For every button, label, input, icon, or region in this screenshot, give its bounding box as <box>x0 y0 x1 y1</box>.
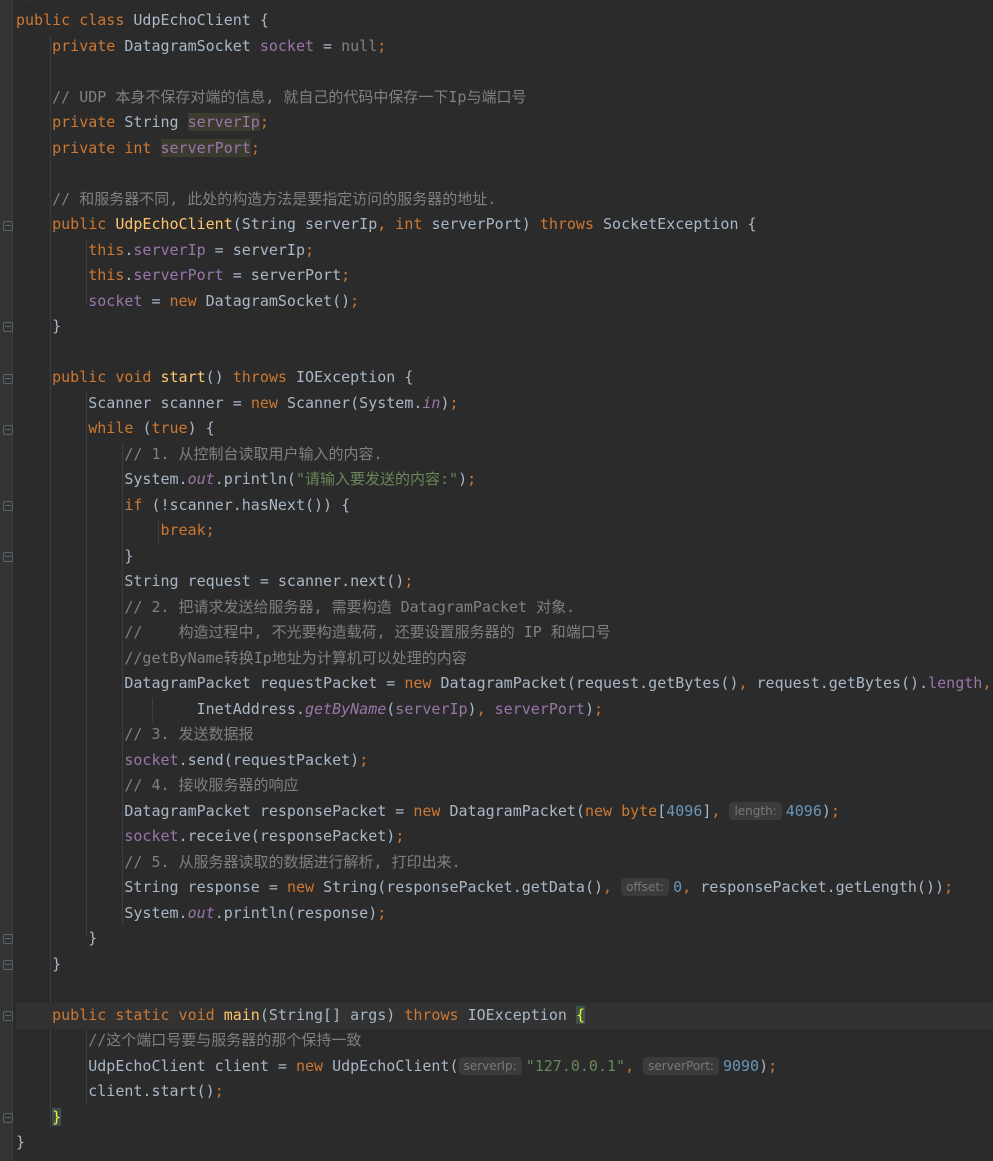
fold-icon[interactable] <box>3 374 13 384</box>
code-line[interactable]: socket.send(requestPacket); <box>16 748 993 774</box>
code-line[interactable]: UdpEchoClient client = new UdpEchoClient… <box>16 1054 993 1080</box>
fold-icon[interactable] <box>3 1113 13 1123</box>
code-line[interactable]: InetAddress.getByName(serverIp), serverP… <box>16 697 993 723</box>
code-line[interactable]: // UDP 本身不保存对端的信息, 就自己的代码中保存一下Ip与端口号 <box>16 85 993 111</box>
string-literal: "127.0.0.1" <box>525 1057 626 1075</box>
comment: //这个端口号要与服务器的那个保持一致 <box>88 1031 362 1049</box>
code-line[interactable]: private DatagramSocket socket = null; <box>16 34 993 60</box>
code-line[interactable]: // 1. 从控制台读取用户输入的内容. <box>16 442 993 468</box>
code-line[interactable]: while (true) { <box>16 416 993 442</box>
code-line[interactable]: // 和服务器不同, 此处的构造方法是要指定访问的服务器的地址. <box>16 187 993 213</box>
param-hint: length: <box>729 802 782 820</box>
fold-icon[interactable] <box>3 960 13 970</box>
number-literal: 0 <box>673 878 683 896</box>
comment: // 5. 从服务器读取的数据进行解析, 打印出来. <box>124 853 461 871</box>
number-literal: 4096 <box>666 802 703 820</box>
fold-icon[interactable] <box>3 425 13 435</box>
comment: // 2. 把请求发送给服务器, 需要构造 DatagramPacket 对象. <box>124 598 576 616</box>
folded-header-stub: */ <box>16 0 34 2</box>
code-line[interactable]: this.serverPort = serverPort; <box>16 263 993 289</box>
code-line[interactable]: this.serverIp = serverIp; <box>16 238 993 264</box>
code-line[interactable]: String request = scanner.next(); <box>16 569 993 595</box>
code-line[interactable]: socket = new DatagramSocket(); <box>16 289 993 315</box>
gutter-divider <box>12 0 13 1161</box>
comment: //getByName转换Ip地址为计算机可以处理的内容 <box>124 649 467 667</box>
code-line[interactable]: DatagramPacket requestPacket = new Datag… <box>16 671 993 697</box>
code-line[interactable]: if (!scanner.hasNext()) { <box>16 493 993 519</box>
string-literal: "请输入要发送的内容:" <box>295 470 459 488</box>
code-line[interactable]: } <box>16 926 993 952</box>
fold-icon[interactable] <box>3 221 13 231</box>
code-line[interactable]: //这个端口号要与服务器的那个保持一致 <box>16 1028 993 1054</box>
code-line[interactable]: public class UdpEchoClient { <box>16 8 993 34</box>
code-line[interactable]: public UdpEchoClient(String serverIp, in… <box>16 212 993 238</box>
fold-icon[interactable] <box>3 934 13 944</box>
code-line[interactable]: //getByName转换Ip地址为计算机可以处理的内容 <box>16 646 993 672</box>
code-line[interactable]: private String serverIp; <box>16 110 993 136</box>
comment: // 4. 接收服务器的响应 <box>124 776 299 794</box>
comment: // 3. 发送数据报 <box>124 725 254 743</box>
param-hint: offset: <box>621 878 670 896</box>
fold-icon[interactable] <box>3 552 13 562</box>
code-line[interactable]: // 3. 发送数据报 <box>16 722 993 748</box>
code-line[interactable]: // 构造过程中, 不光要构造载荷, 还要设置服务器的 IP 和端口号 <box>16 620 993 646</box>
code-line[interactable]: } <box>16 1105 993 1131</box>
code-line[interactable]: // 5. 从服务器读取的数据进行解析, 打印出来. <box>16 850 993 876</box>
code-line[interactable]: String response = new String(responsePac… <box>16 875 993 901</box>
code-line[interactable]: } <box>16 1130 993 1156</box>
code-line[interactable]: break; <box>16 518 993 544</box>
code-line[interactable]: public void start() throws IOException { <box>16 365 993 391</box>
code-line[interactable]: client.start(); <box>16 1079 993 1105</box>
number-literal: 4096 <box>785 802 822 820</box>
fold-icon[interactable] <box>3 501 13 511</box>
code-line[interactable]: } <box>16 544 993 570</box>
code-line[interactable]: socket.receive(responsePacket); <box>16 824 993 850</box>
code-line[interactable]: System.out.println(response); <box>16 901 993 927</box>
code-line[interactable]: private int serverPort; <box>16 136 993 162</box>
code-line-current[interactable]: public static void main(String[] args) t… <box>16 1003 993 1029</box>
code-line[interactable]: Scanner scanner = new Scanner(System.in)… <box>16 391 993 417</box>
code-line[interactable]: } <box>16 952 993 978</box>
number-literal: 9090 <box>722 1057 760 1075</box>
fold-icon[interactable] <box>3 322 13 332</box>
code-line[interactable]: DatagramPacket responsePacket = new Data… <box>16 799 993 825</box>
code-line[interactable]: // 4. 接收服务器的响应 <box>16 773 993 799</box>
code-line[interactable]: // 2. 把请求发送给服务器, 需要构造 DatagramPacket 对象. <box>16 595 993 621</box>
comment: // UDP 本身不保存对端的信息, 就自己的代码中保存一下Ip与端口号 <box>52 88 527 106</box>
param-hint: serverPort: <box>643 1057 719 1075</box>
param-hint: serverIp: <box>458 1057 522 1075</box>
code-line[interactable]: System.out.println("请输入要发送的内容:"); <box>16 467 993 493</box>
fold-icon[interactable] <box>3 1011 13 1021</box>
comment: // 1. 从控制台读取用户输入的内容. <box>124 445 383 463</box>
comment: // 构造过程中, 不光要构造载荷, 还要设置服务器的 IP 和端口号 <box>124 623 611 641</box>
code-line[interactable]: } <box>16 314 993 340</box>
comment: // 和服务器不同, 此处的构造方法是要指定访问的服务器的地址. <box>52 190 497 208</box>
